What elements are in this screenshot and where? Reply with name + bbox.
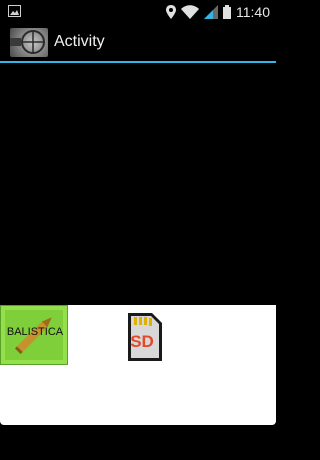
battery-icon <box>223 5 231 19</box>
balistica-button[interactable]: BALISTICA <box>0 305 68 365</box>
scope-icon[interactable] <box>10 28 48 57</box>
signal-icon <box>204 5 218 19</box>
location-icon <box>166 5 176 19</box>
content-area <box>0 63 276 305</box>
balistica-label: BALISTICA <box>6 326 64 338</box>
status-time: 11:40 <box>236 4 270 20</box>
action-bar: Activity <box>0 24 276 61</box>
image-notification-icon <box>8 5 21 17</box>
sd-card-button[interactable]: SD <box>122 310 166 364</box>
bottom-panel: BALISTICA SD <box>0 305 276 425</box>
sd-label: SD <box>130 332 154 351</box>
wifi-icon <box>181 5 199 19</box>
page-title: Activity <box>54 33 105 50</box>
status-bar: 11:40 <box>0 0 276 24</box>
